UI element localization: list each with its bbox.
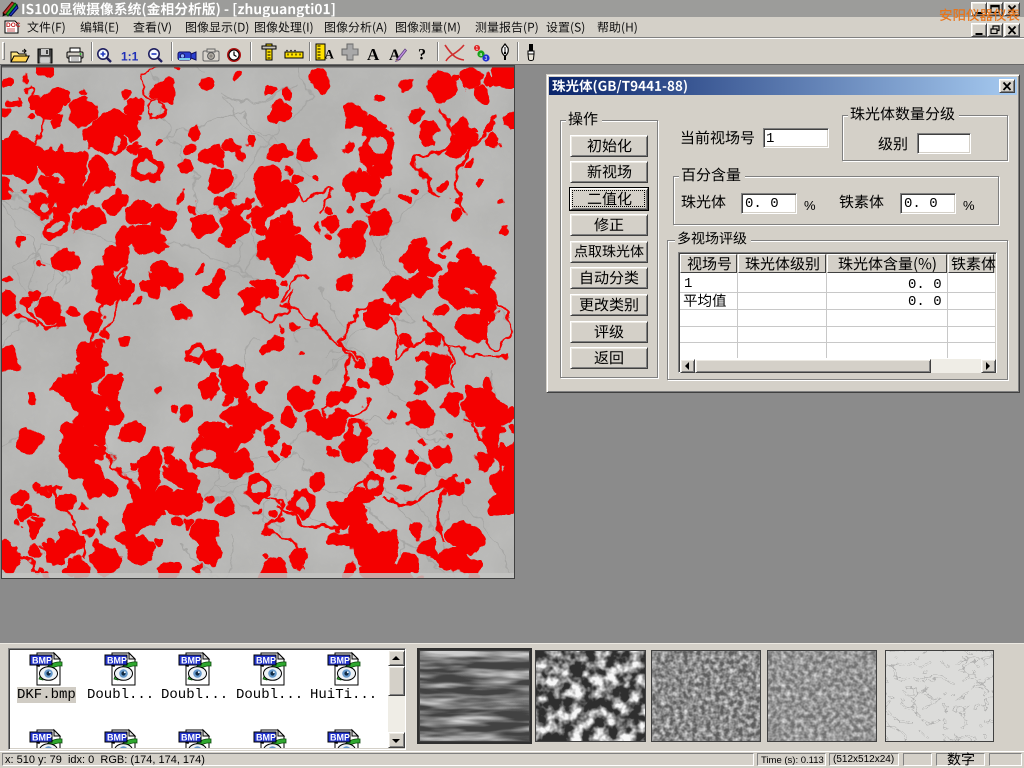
svg-text:A: A — [367, 45, 380, 64]
svg-text:BMP: BMP — [181, 656, 201, 666]
svg-text:DOC: DOC — [6, 22, 21, 29]
svg-text:BMP: BMP — [107, 656, 127, 666]
svg-text:1: 1 — [476, 46, 479, 52]
svg-text:BMP: BMP — [330, 733, 350, 743]
svg-text:a: a — [480, 52, 483, 58]
svg-text:BMP: BMP — [107, 733, 127, 743]
svg-text:1:1: 1:1 — [121, 50, 139, 64]
svg-text:?: ? — [418, 47, 426, 64]
svg-text:BMP: BMP — [32, 733, 52, 743]
svg-text:BMP: BMP — [256, 733, 276, 743]
svg-text:BMP: BMP — [256, 656, 276, 666]
svg-text:BMP: BMP — [330, 656, 350, 666]
svg-text:3: 3 — [485, 56, 488, 62]
svg-text:A: A — [389, 47, 401, 64]
svg-text:BMP: BMP — [181, 733, 201, 743]
svg-text:BMP: BMP — [32, 656, 52, 666]
svg-text:A: A — [325, 47, 335, 62]
